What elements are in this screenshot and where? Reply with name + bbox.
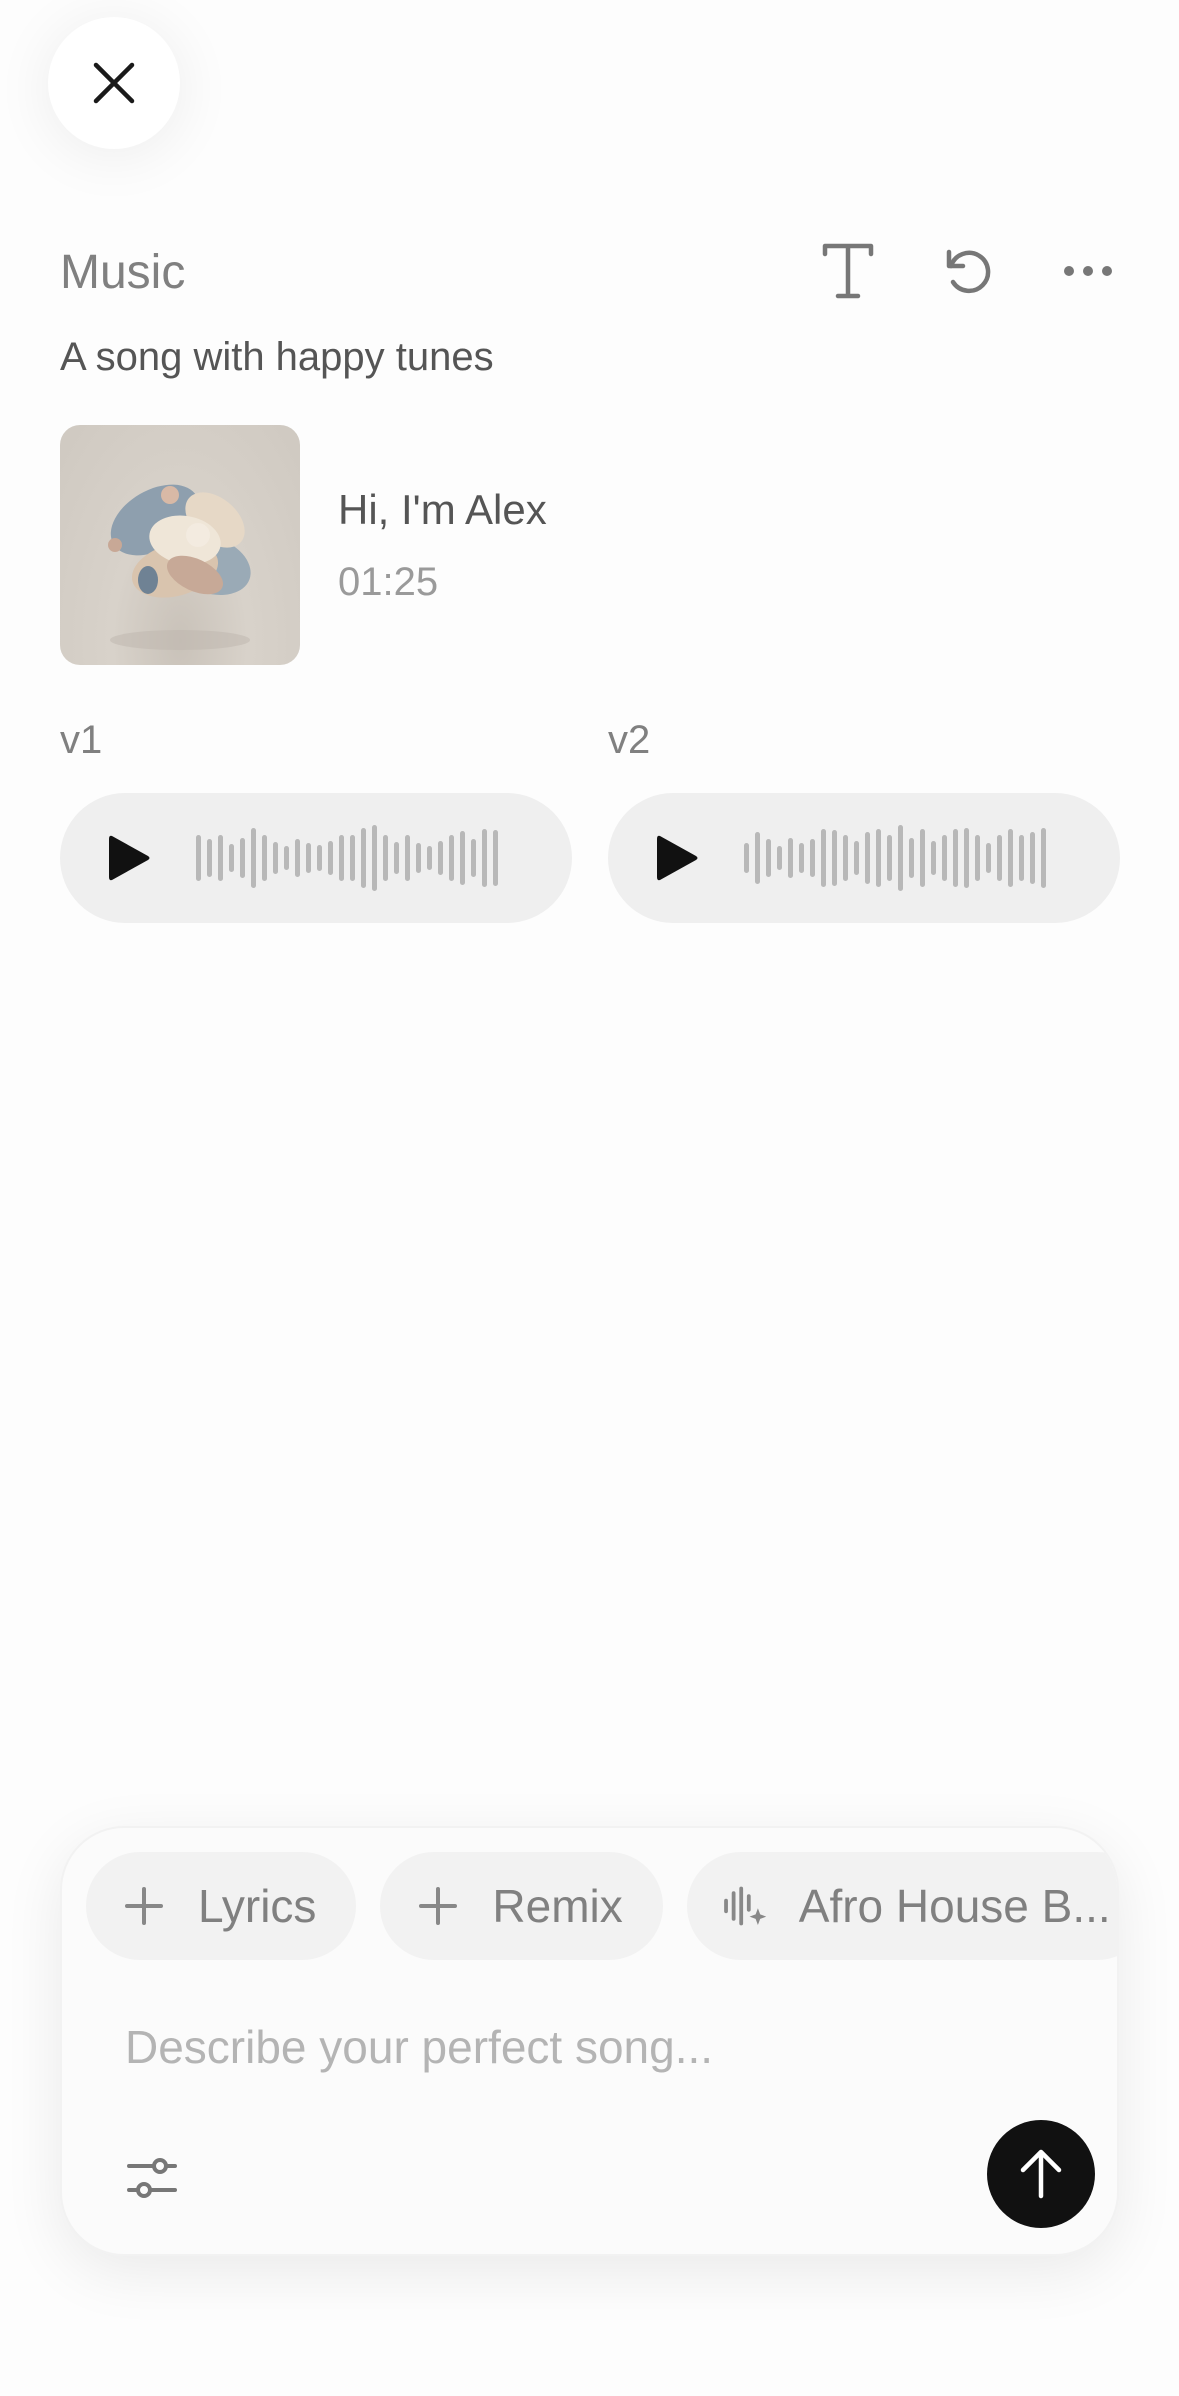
section-title: Music [60, 246, 186, 299]
play-button[interactable] [654, 830, 702, 886]
track-info: Hi, I'm Alex 01:25 [338, 486, 547, 605]
audio-player-v1[interactable] [60, 793, 572, 923]
song-composer: Lyrics Remix Afro House B... Describe yo… [60, 1826, 1119, 2256]
track-title: Hi, I'm Alex [338, 485, 547, 533]
play-icon [109, 835, 150, 881]
header-toolbar [817, 240, 1119, 302]
chip-label: Remix [492, 1880, 623, 1932]
style-chip[interactable]: Afro House B... [686, 1852, 1117, 1960]
arrow-up-icon [1020, 2149, 1062, 2199]
close-button[interactable] [48, 17, 180, 149]
remix-chip[interactable]: Remix [380, 1852, 663, 1960]
chip-label: Afro House B... [798, 1880, 1111, 1932]
play-icon [657, 835, 698, 881]
plus-icon [416, 1884, 460, 1928]
waveform-sparkle-icon [723, 1884, 767, 1928]
more-options-button[interactable] [1057, 240, 1119, 302]
audio-player-v2[interactable] [608, 793, 1120, 923]
version-label-v1: v1 [60, 718, 103, 762]
close-icon [93, 62, 135, 104]
waveform[interactable] [744, 823, 1046, 893]
play-button[interactable] [106, 830, 154, 886]
lyrics-text-icon [822, 243, 874, 299]
track-duration: 01:25 [338, 559, 439, 604]
add-lyrics-chip[interactable]: Lyrics [86, 1852, 357, 1960]
sliders-icon [127, 2158, 177, 2198]
more-options-icon [1064, 266, 1112, 276]
song-description-input[interactable]: Describe your perfect song... [125, 2020, 713, 2074]
waveform[interactable] [196, 823, 498, 893]
regenerate-button[interactable] [937, 240, 999, 302]
send-button[interactable] [987, 2120, 1095, 2228]
composer-chips: Lyrics Remix Afro House B... [86, 1852, 1117, 1960]
plus-icon [122, 1884, 166, 1928]
track-card[interactable]: Hi, I'm Alex 01:25 [60, 425, 547, 665]
album-cover [60, 425, 300, 665]
regenerate-icon [946, 249, 991, 294]
chip-label: Lyrics [198, 1880, 317, 1932]
song-prompt: A song with happy tunes [60, 335, 494, 379]
settings-button[interactable] [120, 2146, 184, 2210]
lyrics-text-button[interactable] [817, 240, 879, 302]
version-label-v2: v2 [608, 718, 651, 762]
